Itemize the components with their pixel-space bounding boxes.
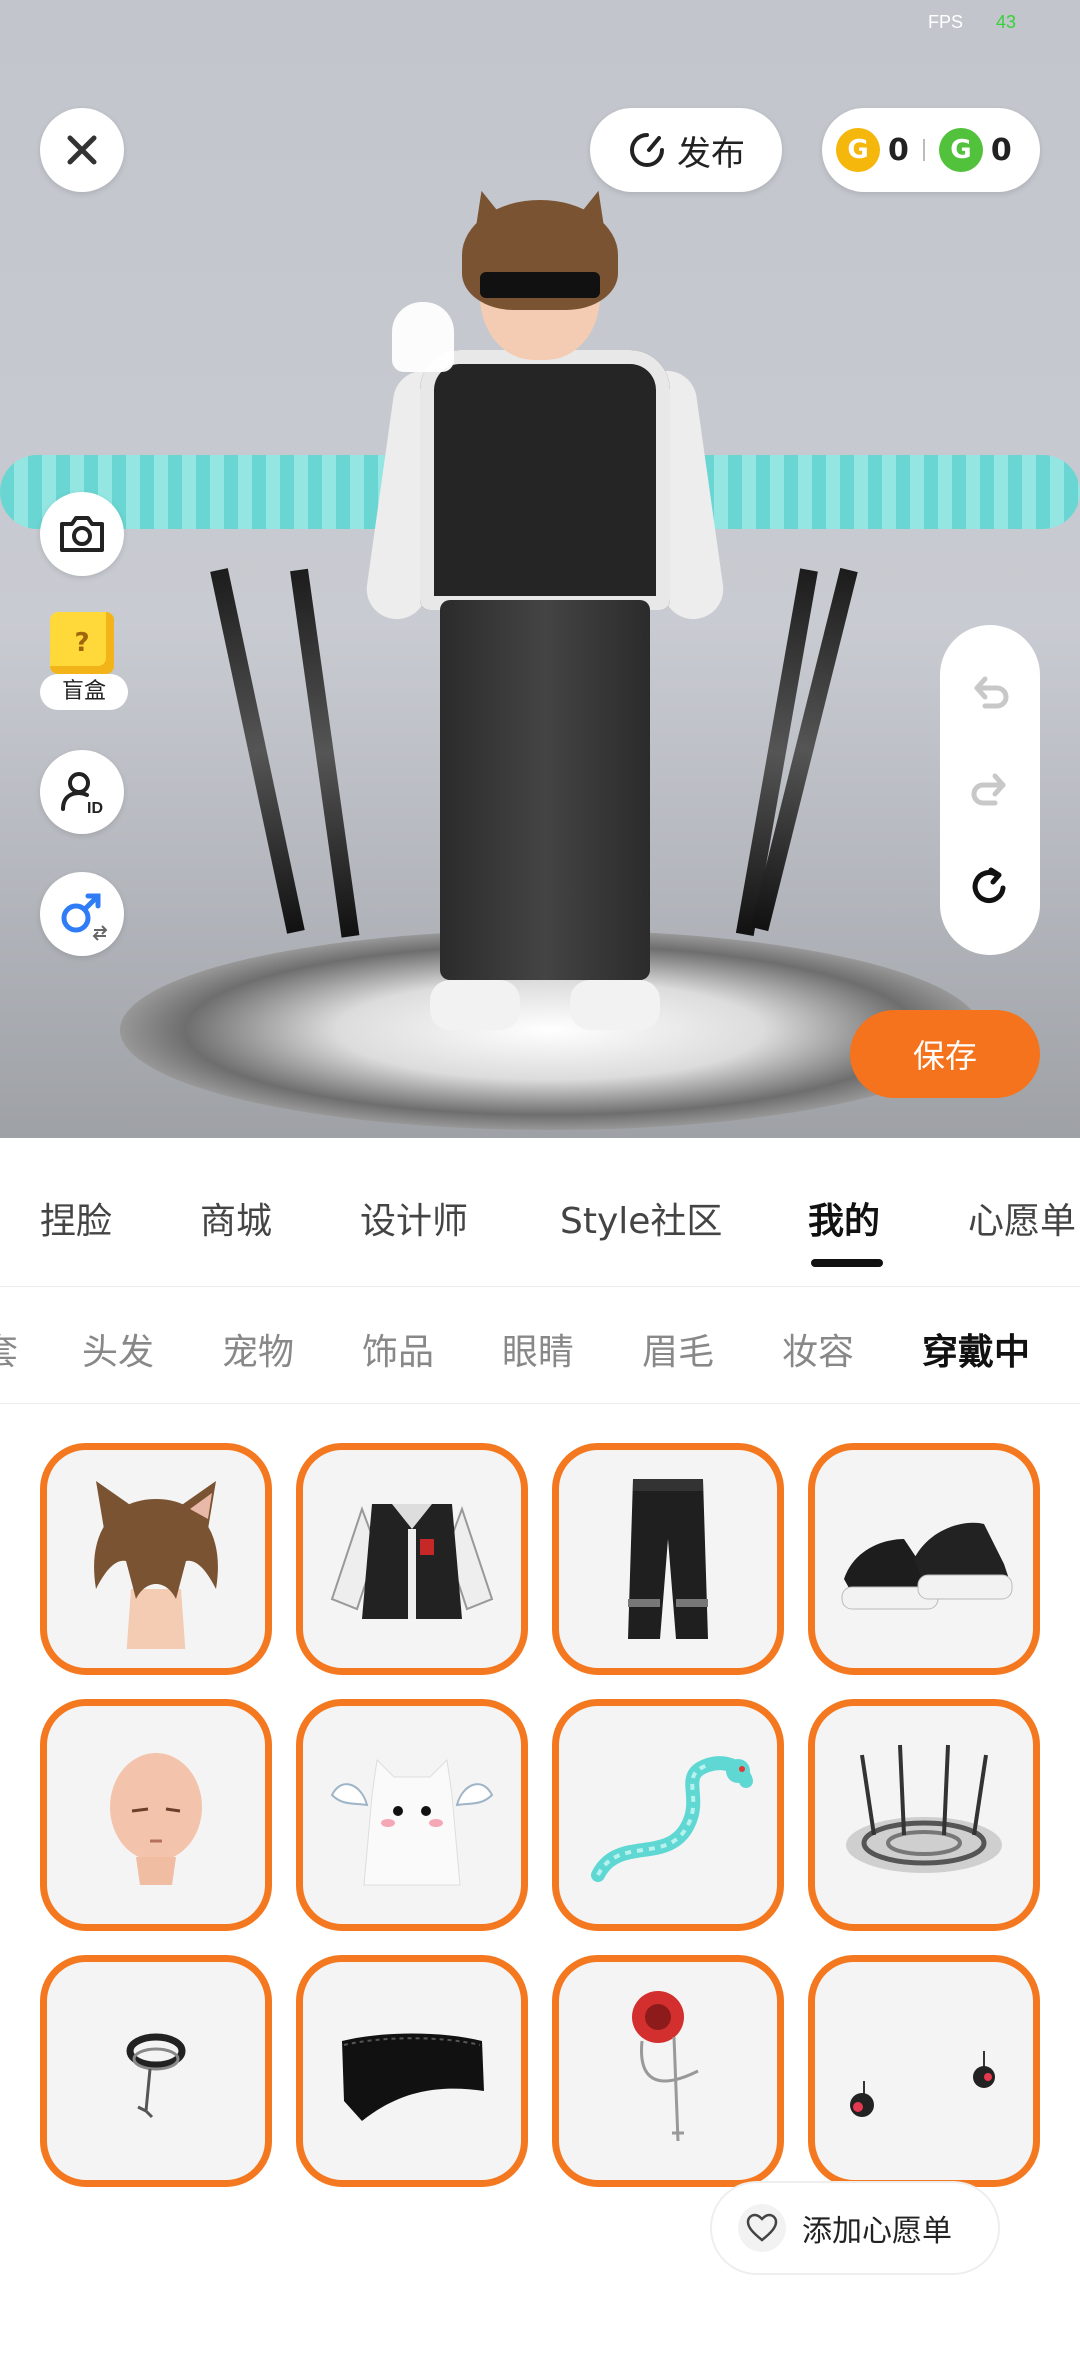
tab-style-community[interactable]: Style社区	[560, 1192, 722, 1244]
cat-ear-hair-icon	[94, 1481, 218, 1649]
svg-text:ID: ID	[87, 800, 103, 817]
close-button[interactable]	[40, 108, 124, 192]
camera-icon	[60, 516, 104, 552]
reset-icon[interactable]	[967, 864, 1013, 910]
black-pants-icon	[628, 1479, 708, 1639]
wishlist-label: 添加心愿单	[802, 2214, 952, 2249]
item-black-blindfold[interactable]	[296, 1955, 528, 2187]
face-base-icon	[110, 1753, 202, 1885]
currency-display[interactable]: G 0 G 0	[822, 108, 1040, 192]
green-coin-value: 0	[990, 132, 1012, 168]
gold-coin-value: 0	[888, 132, 909, 168]
ghost-cat-pet-icon	[330, 1758, 494, 1886]
wearing-items-grid	[40, 1443, 1040, 2187]
sword-decoration	[210, 568, 305, 934]
sub-tab-bar: 套 头发 宠物 饰品 眼睛 眉毛 妆容 穿戴中	[0, 1287, 1080, 1404]
fps-value: 43	[996, 12, 1017, 32]
blindbox-icon: ?	[50, 612, 114, 674]
avatar-jacket	[420, 350, 670, 610]
tab-face[interactable]: 捏脸	[40, 1192, 112, 1244]
tab-designer[interactable]: 设计师	[360, 1192, 468, 1244]
male-gender-switch-icon	[61, 893, 108, 941]
red-rose-chain-icon	[632, 1991, 699, 2142]
item-ghost-cat-pet[interactable]	[296, 1699, 528, 1931]
item-varsity-jacket[interactable]	[296, 1443, 528, 1675]
heart-icon-wrap	[738, 2204, 786, 2252]
avatar-shoe	[430, 980, 520, 1030]
subtab-hair[interactable]: 头发	[82, 1323, 154, 1375]
avatar-shoe	[570, 980, 660, 1030]
avatar-pants	[440, 600, 650, 980]
item-earrings[interactable]	[808, 1955, 1040, 2187]
item-platform-sneakers[interactable]	[808, 1443, 1040, 1675]
publish-label: 发布	[677, 133, 745, 174]
tab-shop[interactable]: 商城	[200, 1192, 272, 1244]
black-blindfold-icon	[342, 2033, 484, 2121]
avatar-id-button[interactable]: ID	[40, 750, 124, 834]
add-wishlist-button[interactable]: 添加心愿单	[710, 2181, 1000, 2275]
publish-icon	[630, 133, 664, 167]
sword-decoration	[290, 568, 360, 938]
subtab-eyes[interactable]: 眼睛	[502, 1323, 574, 1375]
varsity-jacket-icon	[330, 1504, 494, 1619]
active-tab-indicator	[811, 1259, 883, 1267]
item-black-pants[interactable]	[552, 1443, 784, 1675]
publish-button[interactable]: 发布	[590, 108, 782, 192]
subtab-outfit[interactable]: 套	[0, 1323, 18, 1375]
user-id-icon: ID	[61, 772, 103, 817]
tab-wishlist[interactable]: 心愿单	[968, 1192, 1076, 1244]
tab-mine[interactable]: 我的	[808, 1192, 880, 1244]
green-coin-icon: G	[938, 128, 983, 172]
choker-necklace-icon	[126, 2033, 186, 2119]
subtab-eyebrows[interactable]: 眉毛	[642, 1323, 714, 1375]
item-red-rose-chain[interactable]	[552, 1955, 784, 2187]
ghost-pet	[392, 302, 454, 372]
item-cyan-dragon[interactable]	[552, 1699, 784, 1931]
subtab-wearing[interactable]: 穿戴中	[922, 1323, 1030, 1375]
avatar-preview[interactable]: FPS 43 发布 G 0 G 0 ? 盲盒 ID 保存	[0, 0, 1080, 1138]
close-icon	[67, 135, 97, 165]
subtab-makeup[interactable]: 妆容	[782, 1323, 854, 1375]
undo-icon[interactable]	[967, 670, 1013, 716]
earrings-icon	[850, 2051, 995, 2117]
item-sword-circle-platform[interactable]	[808, 1699, 1040, 1931]
platform-sneakers-icon	[841, 1522, 1013, 1610]
divider	[922, 139, 925, 161]
subtab-pet[interactable]: 宠物	[222, 1323, 294, 1375]
redo-icon[interactable]	[967, 767, 1013, 813]
item-cat-ear-hair[interactable]	[40, 1443, 272, 1675]
gold-coin-icon: G	[836, 128, 880, 172]
history-controls	[940, 625, 1040, 955]
heart-icon	[746, 2213, 778, 2242]
avatar-blindfold	[480, 272, 600, 298]
save-button[interactable]: 保存	[850, 1010, 1040, 1098]
cyan-dragon-icon	[591, 1756, 753, 1882]
blindbox-label: 盲盒	[40, 674, 128, 710]
blindbox-button[interactable]: ? 盲盒	[40, 612, 128, 712]
gender-switch-button[interactable]	[40, 872, 124, 956]
subtab-accessory[interactable]: 饰品	[362, 1323, 434, 1375]
main-tab-bar: 捏脸 商城 设计师 Style社区 我的 心愿单	[0, 1138, 1080, 1287]
fps-label: FPS	[928, 12, 964, 32]
sword-circle-platform-icon	[846, 1744, 1002, 1873]
camera-button[interactable]	[40, 492, 124, 576]
item-face-base[interactable]	[40, 1699, 272, 1931]
item-choker-necklace[interactable]	[40, 1955, 272, 2187]
